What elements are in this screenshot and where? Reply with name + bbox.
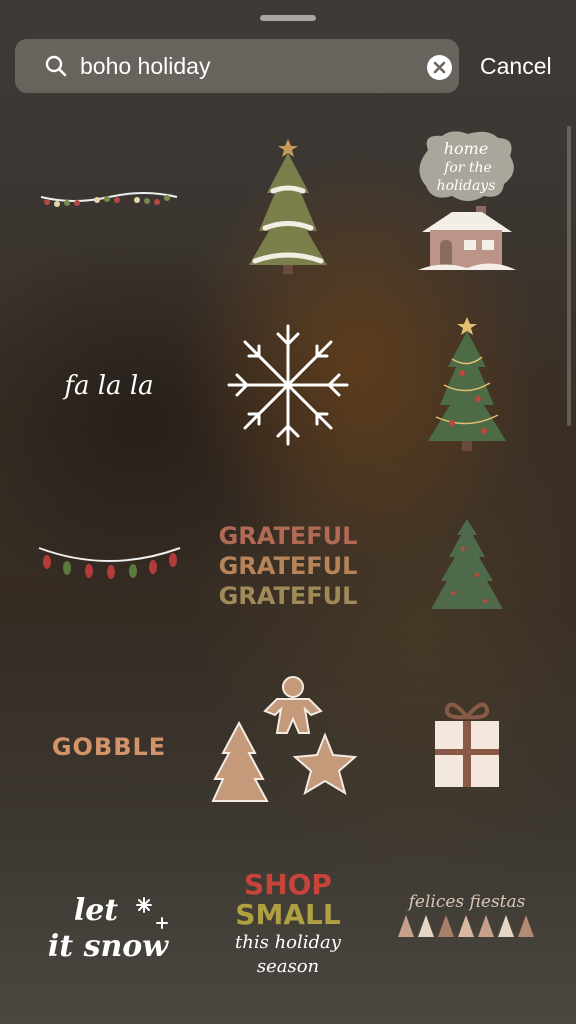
sticker-snowflake[interactable] [203, 310, 373, 460]
sticker-fa-la-la[interactable]: fa la la [24, 310, 194, 460]
svg-text:SMALL: SMALL [235, 898, 341, 931]
svg-text:GRATEFUL: GRATEFUL [219, 552, 358, 580]
svg-text:GRATEFUL: GRATEFUL [219, 582, 358, 610]
search-bar[interactable]: boho holiday [15, 39, 459, 93]
scrollbar[interactable] [567, 126, 571, 426]
svg-text:fa la la: fa la la [62, 371, 153, 401]
snowflake-icon [227, 324, 349, 446]
colored-lights-icon [38, 547, 180, 579]
lit-tree-icon [428, 316, 506, 451]
sticker-felices-fiestas[interactable]: felices fiestas [382, 850, 552, 1000]
sticker-lit-christmas-tree[interactable] [382, 310, 552, 460]
sticker-christmas-tree[interactable] [203, 130, 373, 280]
svg-text:GOBBLE: GOBBLE [52, 733, 166, 761]
svg-text:felices fiestas: felices fiestas [407, 892, 526, 912]
grateful-text: GRATEFUL GRATEFUL GRATEFUL [219, 522, 358, 610]
let-it-snow-text: let it snow [48, 893, 169, 964]
svg-text:season: season [257, 956, 319, 977]
sticker-let-it-snow[interactable]: let it snow [24, 850, 194, 1000]
fa-la-la-text: fa la la [62, 371, 153, 401]
felices-fiestas-icon: felices fiestas [398, 892, 534, 937]
search-input[interactable]: boho holiday [80, 39, 210, 93]
sticker-colored-string-lights[interactable] [24, 490, 194, 640]
sticker-shop-small[interactable]: SHOP SMALL this holiday season [203, 850, 373, 1000]
green-tree-icon [431, 519, 503, 609]
shop-small-text: SHOP SMALL this holiday season [235, 868, 342, 977]
cabin-text-1: home [444, 139, 489, 158]
search-icon [45, 55, 67, 77]
close-icon [433, 61, 446, 74]
string-lights-icon [40, 192, 178, 207]
clear-search-button[interactable] [427, 55, 452, 80]
gift-icon [435, 702, 499, 787]
cancel-button[interactable]: Cancel [480, 39, 552, 93]
christmas-tree-icon [249, 138, 327, 274]
sticker-home-for-the-holidays[interactable]: home for the holidays [382, 130, 552, 280]
snowflake-small-icon [136, 897, 168, 929]
sticker-string-lights[interactable] [24, 130, 194, 280]
sticker-gobble[interactable]: GOBBLE [24, 670, 194, 820]
svg-text:GRATEFUL: GRATEFUL [219, 522, 358, 550]
cabin-icon: home for the holidays [418, 131, 516, 270]
sticker-gift-box[interactable] [382, 670, 552, 820]
cabin-text-3: holidays [437, 178, 496, 194]
svg-text:it snow: it snow [48, 929, 169, 964]
svg-text:let: let [74, 893, 118, 928]
gingerbread-icon [211, 676, 358, 802]
sticker-green-tree[interactable] [382, 490, 552, 640]
gobble-text: GOBBLE [52, 733, 166, 761]
svg-text:this holiday: this holiday [235, 932, 342, 953]
svg-text:SHOP: SHOP [244, 868, 332, 901]
sticker-grateful[interactable]: GRATEFUL GRATEFUL GRATEFUL [203, 490, 373, 640]
cabin-text-2: for the [443, 160, 492, 176]
sticker-gingerbread-cookies[interactable] [203, 670, 373, 820]
sheet-drag-handle[interactable] [260, 15, 316, 21]
